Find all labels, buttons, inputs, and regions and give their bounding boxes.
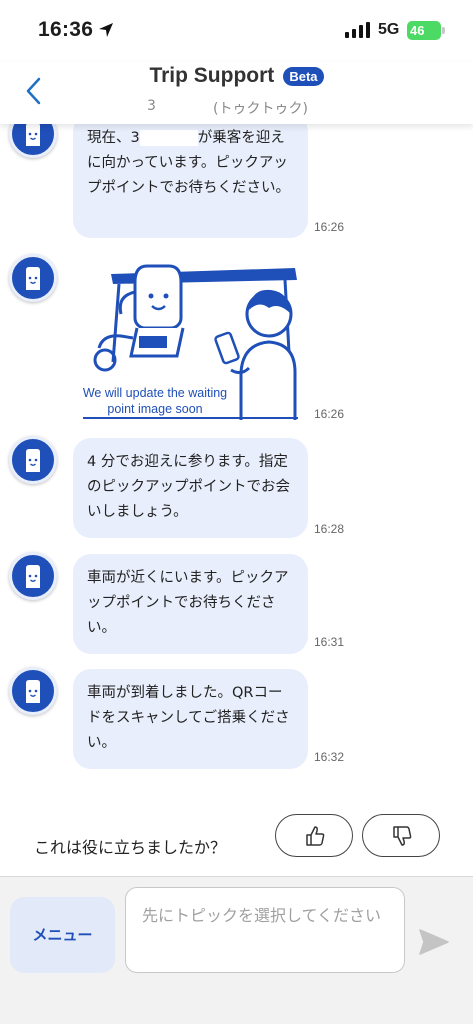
bot-mascot-icon bbox=[26, 124, 40, 146]
bot-avatar bbox=[9, 552, 57, 600]
subtitle-vehicle-type: (トゥクトゥク) bbox=[213, 101, 308, 117]
message-text: 車両が到着しました。QRコードをスキャンしてご搭乗ください。 bbox=[87, 685, 290, 751]
page-title: Trip Support bbox=[149, 64, 275, 87]
bot-mascot-icon bbox=[26, 449, 40, 472]
message-bubble: 車両が近くにいます。ピックアップポイントでお待ちください。 bbox=[73, 554, 308, 654]
subtitle-vehicle-number: 3 bbox=[147, 98, 156, 114]
message-time: 16:31 bbox=[314, 635, 345, 649]
redacted-block bbox=[139, 130, 198, 146]
bot-avatar bbox=[9, 254, 57, 302]
feedback-question: これは役に立ちましたか？ bbox=[34, 838, 227, 857]
thumbs-down-icon bbox=[393, 826, 412, 846]
battery-level: 46 bbox=[410, 23, 425, 38]
message-time: 16:32 bbox=[314, 750, 345, 764]
message-bubble: 現在、3 が乗客を迎えに向かっています。ピックアップポイントでお待ちください。 bbox=[73, 124, 308, 238]
bot-mascot-icon bbox=[26, 680, 40, 703]
message-input[interactable]: 先にトピックを選択してください bbox=[125, 887, 405, 973]
message-bubble: 4 分でお迎えに参ります。指定のピックアップポイントでお会いしましょう。 bbox=[73, 438, 308, 538]
bot-avatar bbox=[9, 124, 57, 158]
chat-thread[interactable]: 現在、3 が乗客を迎えに向かっています。ピックアップポイントでお待ちください。 1… bbox=[0, 124, 473, 876]
image-caption-line1: We will update the waiting bbox=[83, 386, 227, 400]
thumbs-down-button[interactable] bbox=[362, 814, 440, 857]
feedback-row: これは役に立ちましたか？ bbox=[0, 814, 473, 872]
bot-avatar bbox=[9, 436, 57, 484]
message-time: 16:26 bbox=[314, 407, 345, 421]
message-bubble: 車両が到着しました。QRコードをスキャンしてご搭乗ください。 bbox=[73, 669, 308, 769]
thumbs-up-icon bbox=[306, 826, 325, 846]
bot-avatar bbox=[9, 667, 57, 715]
battery-cap bbox=[442, 27, 445, 34]
beta-badge: Beta bbox=[283, 66, 324, 86]
chat-header: Trip Support Beta 3 (トゥクトゥク) bbox=[0, 62, 473, 124]
menu-button[interactable]: メニュー bbox=[10, 897, 115, 973]
message-text-start: 現在、3 bbox=[87, 130, 140, 146]
image-caption-line2: point image soon bbox=[107, 402, 202, 416]
thumbs-up-button[interactable] bbox=[275, 814, 353, 857]
bot-mascot-icon bbox=[26, 267, 40, 290]
status-bar: 16:36 5G 46 bbox=[0, 0, 473, 62]
waiting-point-image[interactable]: We will update the waiting point image s… bbox=[73, 252, 308, 422]
message-time: 16:26 bbox=[314, 220, 345, 234]
location-arrow-icon bbox=[99, 23, 113, 37]
send-icon bbox=[419, 929, 449, 955]
bot-mascot-icon bbox=[26, 565, 40, 588]
signal-icon bbox=[345, 22, 370, 38]
message-time: 16:28 bbox=[314, 522, 345, 536]
tuktuk-illustration: We will update the waiting point image s… bbox=[83, 264, 298, 420]
message-text: 4 分でお迎えに参ります。指定のピックアップポイントでお会いしましょう。 bbox=[87, 454, 290, 520]
network-type: 5G bbox=[378, 21, 400, 38]
message-text: 車両が近くにいます。ピックアップポイントでお待ちください。 bbox=[87, 570, 289, 636]
title-row: Trip Support Beta bbox=[0, 64, 473, 88]
send-button[interactable] bbox=[417, 925, 451, 959]
battery-icon: 46 bbox=[407, 21, 441, 40]
status-time: 16:36 bbox=[38, 18, 94, 41]
composer-bar: メニュー 先にトピックを選択してください bbox=[0, 876, 473, 1024]
